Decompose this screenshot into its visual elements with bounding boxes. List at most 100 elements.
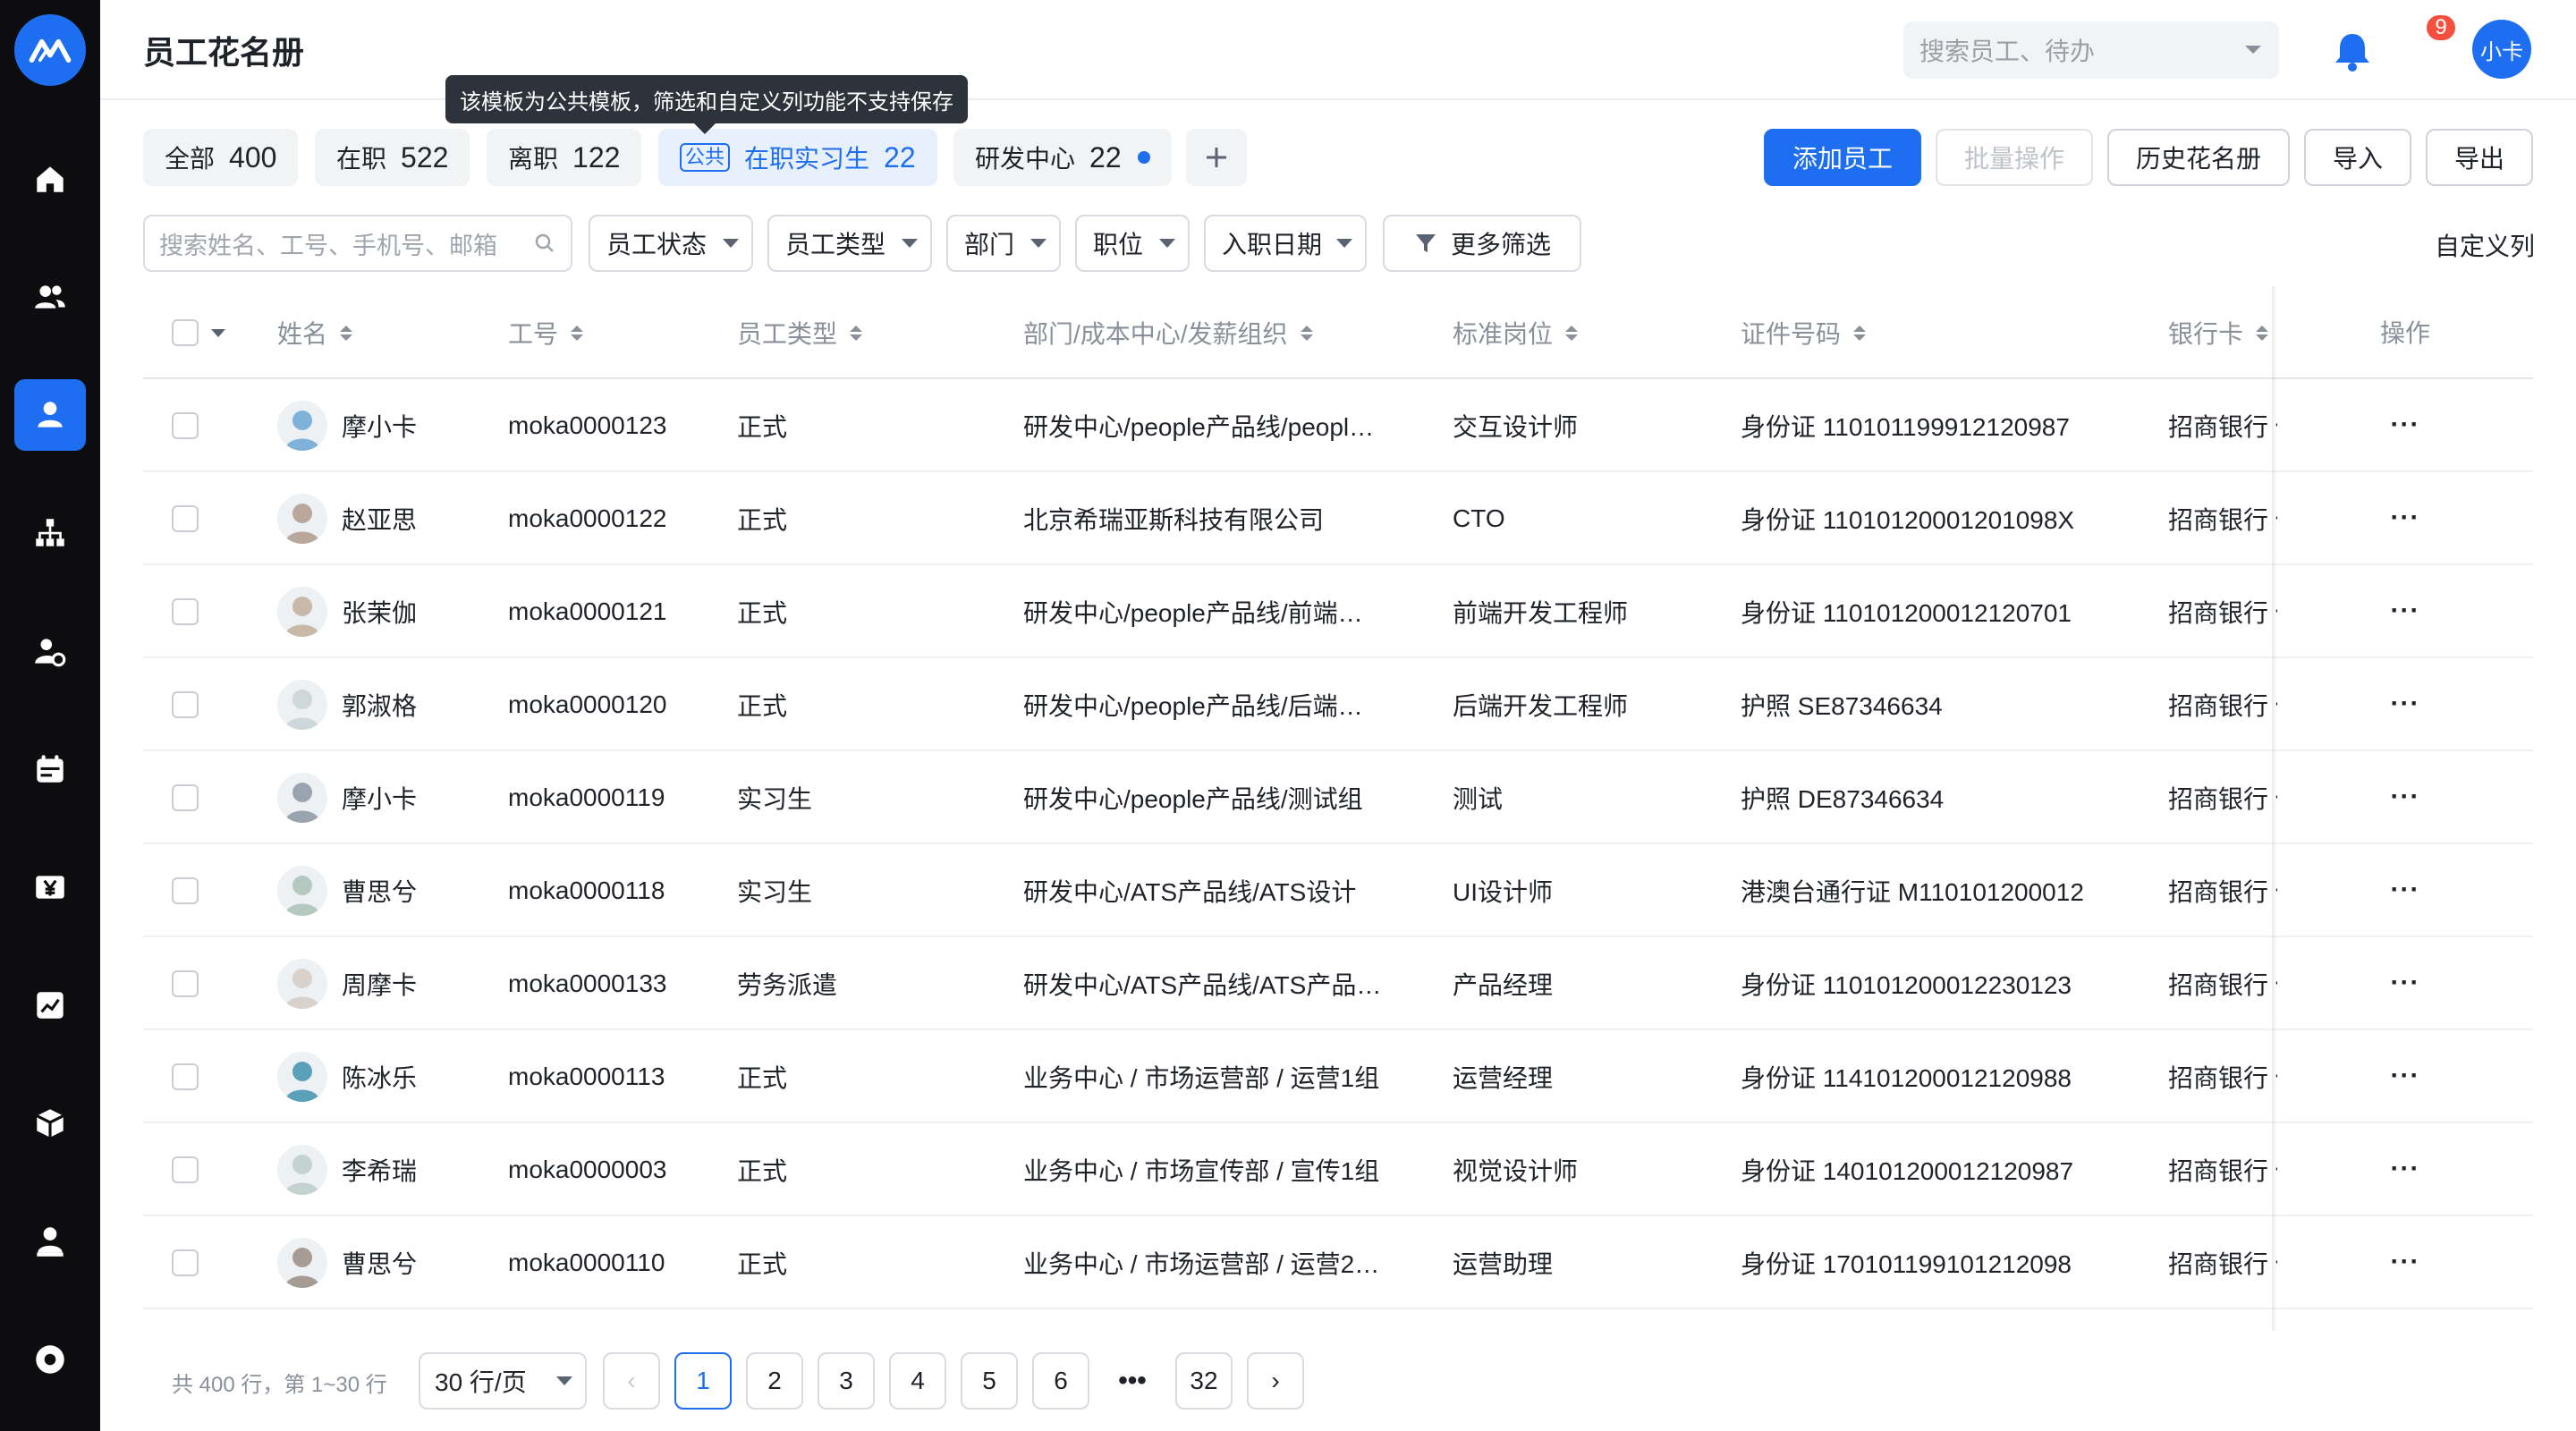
row-checkbox[interactable] bbox=[172, 505, 199, 532]
employee-name-cell[interactable]: 周摩卡 bbox=[277, 937, 417, 1030]
prev-page-button[interactable]: ‹ bbox=[603, 1352, 660, 1410]
page-size-select[interactable]: 30 行/页 bbox=[419, 1352, 587, 1410]
employee-name[interactable]: 曹思兮 bbox=[342, 873, 417, 909]
calendar-icon[interactable] bbox=[14, 733, 86, 805]
person-badge-icon[interactable] bbox=[14, 1206, 86, 1277]
sort-icon[interactable] bbox=[2256, 325, 2269, 341]
chevron-down-icon[interactable] bbox=[211, 328, 225, 337]
import-button[interactable]: 导入 bbox=[2304, 129, 2411, 186]
row-checkbox[interactable] bbox=[172, 1249, 199, 1276]
employee-name[interactable]: 摩小卡 bbox=[342, 780, 417, 816]
employee-search-input[interactable]: 搜索姓名、工号、手机号、邮箱 bbox=[143, 215, 572, 272]
table-row[interactable]: 郭淑格 moka0000120 正式 研发中心/people产品线/后端… 后端开发工程… bbox=[143, 658, 2533, 751]
more-icon[interactable]: ··· bbox=[2391, 875, 2420, 905]
employee-name-cell[interactable]: 赵亚思 bbox=[277, 472, 417, 565]
row-checkbox[interactable] bbox=[172, 691, 199, 718]
employee-name-cell[interactable]: 曹思兮 bbox=[277, 844, 417, 937]
tab-active-employees[interactable]: 在职 522 bbox=[315, 129, 470, 186]
row-checkbox[interactable] bbox=[172, 1156, 199, 1183]
batch-operation-button[interactable]: 批量操作 bbox=[1936, 129, 2093, 186]
employee-name[interactable]: 周摩卡 bbox=[342, 966, 417, 1002]
row-checkbox-cell[interactable] bbox=[172, 751, 199, 844]
row-more-button[interactable]: ··· bbox=[2277, 751, 2533, 844]
table-row[interactable]: 赵亚思 moka0000122 正式 北京希瑞亚斯科技有限公司 CTO 身份证 11010… bbox=[143, 472, 2533, 565]
person-settings-icon[interactable] bbox=[14, 615, 86, 687]
table-row[interactable]: 摩小卡 moka0000123 正式 研发中心/people产品线/peopl… 交互设… bbox=[143, 379, 2533, 472]
table-row[interactable]: 曹思兮 moka0000118 实习生 研发中心/ATS产品线/ATS设计 UI设计师 港… bbox=[143, 844, 2533, 937]
page-button[interactable]: 5 bbox=[961, 1352, 1018, 1410]
hire-date-filter[interactable]: 入职日期 bbox=[1204, 215, 1367, 272]
row-more-button[interactable]: ··· bbox=[2277, 1123, 2533, 1216]
column-position[interactable]: 标准岗位 bbox=[1453, 286, 1579, 379]
tab-rd-center[interactable]: 研发中心 22 bbox=[953, 129, 1172, 186]
select-all-cell[interactable] bbox=[172, 286, 225, 379]
settings-disc-icon[interactable] bbox=[14, 1324, 86, 1395]
next-page-button[interactable]: › bbox=[1247, 1352, 1304, 1410]
sort-icon[interactable] bbox=[1300, 325, 1313, 341]
more-icon[interactable]: ··· bbox=[2391, 968, 2420, 998]
history-roster-button[interactable]: 历史花名册 bbox=[2107, 129, 2290, 186]
column-id[interactable]: 工号 bbox=[508, 286, 584, 379]
page-button[interactable]: 6 bbox=[1032, 1352, 1089, 1410]
row-more-button[interactable]: ··· bbox=[2277, 1216, 2533, 1309]
row-checkbox-cell[interactable] bbox=[172, 844, 199, 937]
employee-name[interactable]: 李希瑞 bbox=[342, 1152, 417, 1188]
tab-all[interactable]: 全部 400 bbox=[143, 129, 299, 186]
table-row[interactable]: 曹思兮 moka0000110 正式 业务中心 / 市场运营部 / 运营2… 运营助理 身… bbox=[143, 1216, 2533, 1309]
employee-name-cell[interactable]: 曹思兮 bbox=[277, 1216, 417, 1309]
table-row[interactable]: 张茉伽 moka0000121 正式 研发中心/people产品线/前端… 前端开发工程… bbox=[143, 565, 2533, 658]
more-icon[interactable]: ··· bbox=[2391, 782, 2420, 812]
department-filter[interactable]: 部门 bbox=[946, 215, 1061, 272]
yen-icon[interactable] bbox=[14, 851, 86, 923]
row-more-button[interactable]: ··· bbox=[2277, 844, 2533, 937]
more-icon[interactable]: ··· bbox=[2391, 503, 2420, 533]
page-button[interactable]: 4 bbox=[889, 1352, 946, 1410]
row-checkbox[interactable] bbox=[172, 412, 199, 439]
bell-icon[interactable] bbox=[2326, 25, 2379, 79]
sort-icon[interactable] bbox=[1853, 325, 1867, 341]
employee-name-cell[interactable]: 李希瑞 bbox=[277, 1123, 417, 1216]
row-checkbox-cell[interactable] bbox=[172, 379, 199, 472]
row-checkbox[interactable] bbox=[172, 877, 199, 904]
type-filter[interactable]: 员工类型 bbox=[767, 215, 932, 272]
tab-resigned[interactable]: 离职 122 bbox=[487, 129, 642, 186]
row-checkbox-cell[interactable] bbox=[172, 472, 199, 565]
pagination-ellipsis[interactable]: ••• bbox=[1104, 1352, 1161, 1410]
page-button[interactable]: 32 bbox=[1175, 1352, 1233, 1410]
user-avatar[interactable]: 小卡 bbox=[2472, 20, 2531, 79]
row-more-button[interactable]: ··· bbox=[2277, 937, 2533, 1030]
add-view-button[interactable] bbox=[1186, 129, 1247, 186]
row-more-button[interactable]: ··· bbox=[2277, 1030, 2533, 1123]
home-icon[interactable] bbox=[14, 143, 86, 215]
column-dept[interactable]: 部门/成本中心/发薪组织 bbox=[1023, 286, 1313, 379]
add-employee-button[interactable]: 添加员工 bbox=[1764, 129, 1921, 186]
employee-name[interactable]: 赵亚思 bbox=[342, 501, 417, 537]
tab-active-interns[interactable]: 公共 在职实习生 22 bbox=[658, 129, 937, 186]
employee-name[interactable]: 郭淑格 bbox=[342, 687, 417, 723]
sort-icon[interactable] bbox=[571, 325, 584, 341]
row-checkbox-cell[interactable] bbox=[172, 1030, 199, 1123]
row-checkbox[interactable] bbox=[172, 1063, 199, 1090]
more-icon[interactable]: ··· bbox=[2391, 1061, 2420, 1091]
position-filter[interactable]: 职位 bbox=[1075, 215, 1190, 272]
employee-name-cell[interactable]: 张茉伽 bbox=[277, 565, 417, 658]
sort-icon[interactable] bbox=[1565, 325, 1579, 341]
page-button[interactable]: 1 bbox=[674, 1352, 732, 1410]
row-more-button[interactable]: ··· bbox=[2277, 379, 2533, 472]
chart-icon[interactable] bbox=[14, 970, 86, 1041]
employee-name-cell[interactable]: 陈冰乐 bbox=[277, 1030, 417, 1123]
row-checkbox-cell[interactable] bbox=[172, 565, 199, 658]
employee-name[interactable]: 摩小卡 bbox=[342, 408, 417, 444]
row-more-button[interactable]: ··· bbox=[2277, 472, 2533, 565]
more-filters-button[interactable]: 更多筛选 bbox=[1383, 215, 1581, 272]
row-more-button[interactable]: ··· bbox=[2277, 658, 2533, 751]
moka-logo-icon[interactable] bbox=[14, 14, 86, 86]
employee-name[interactable]: 陈冰乐 bbox=[342, 1059, 417, 1095]
employee-name[interactable]: 张茉伽 bbox=[342, 594, 417, 630]
page-button[interactable]: 2 bbox=[746, 1352, 803, 1410]
org-chart-icon[interactable] bbox=[14, 497, 86, 569]
table-row[interactable]: 周摩卡 moka0000133 劳务派遣 研发中心/ATS产品线/ATS产品… 产品经理… bbox=[143, 937, 2533, 1030]
row-checkbox-cell[interactable] bbox=[172, 1216, 199, 1309]
status-filter[interactable]: 员工状态 bbox=[589, 215, 753, 272]
sort-icon[interactable] bbox=[340, 325, 353, 341]
